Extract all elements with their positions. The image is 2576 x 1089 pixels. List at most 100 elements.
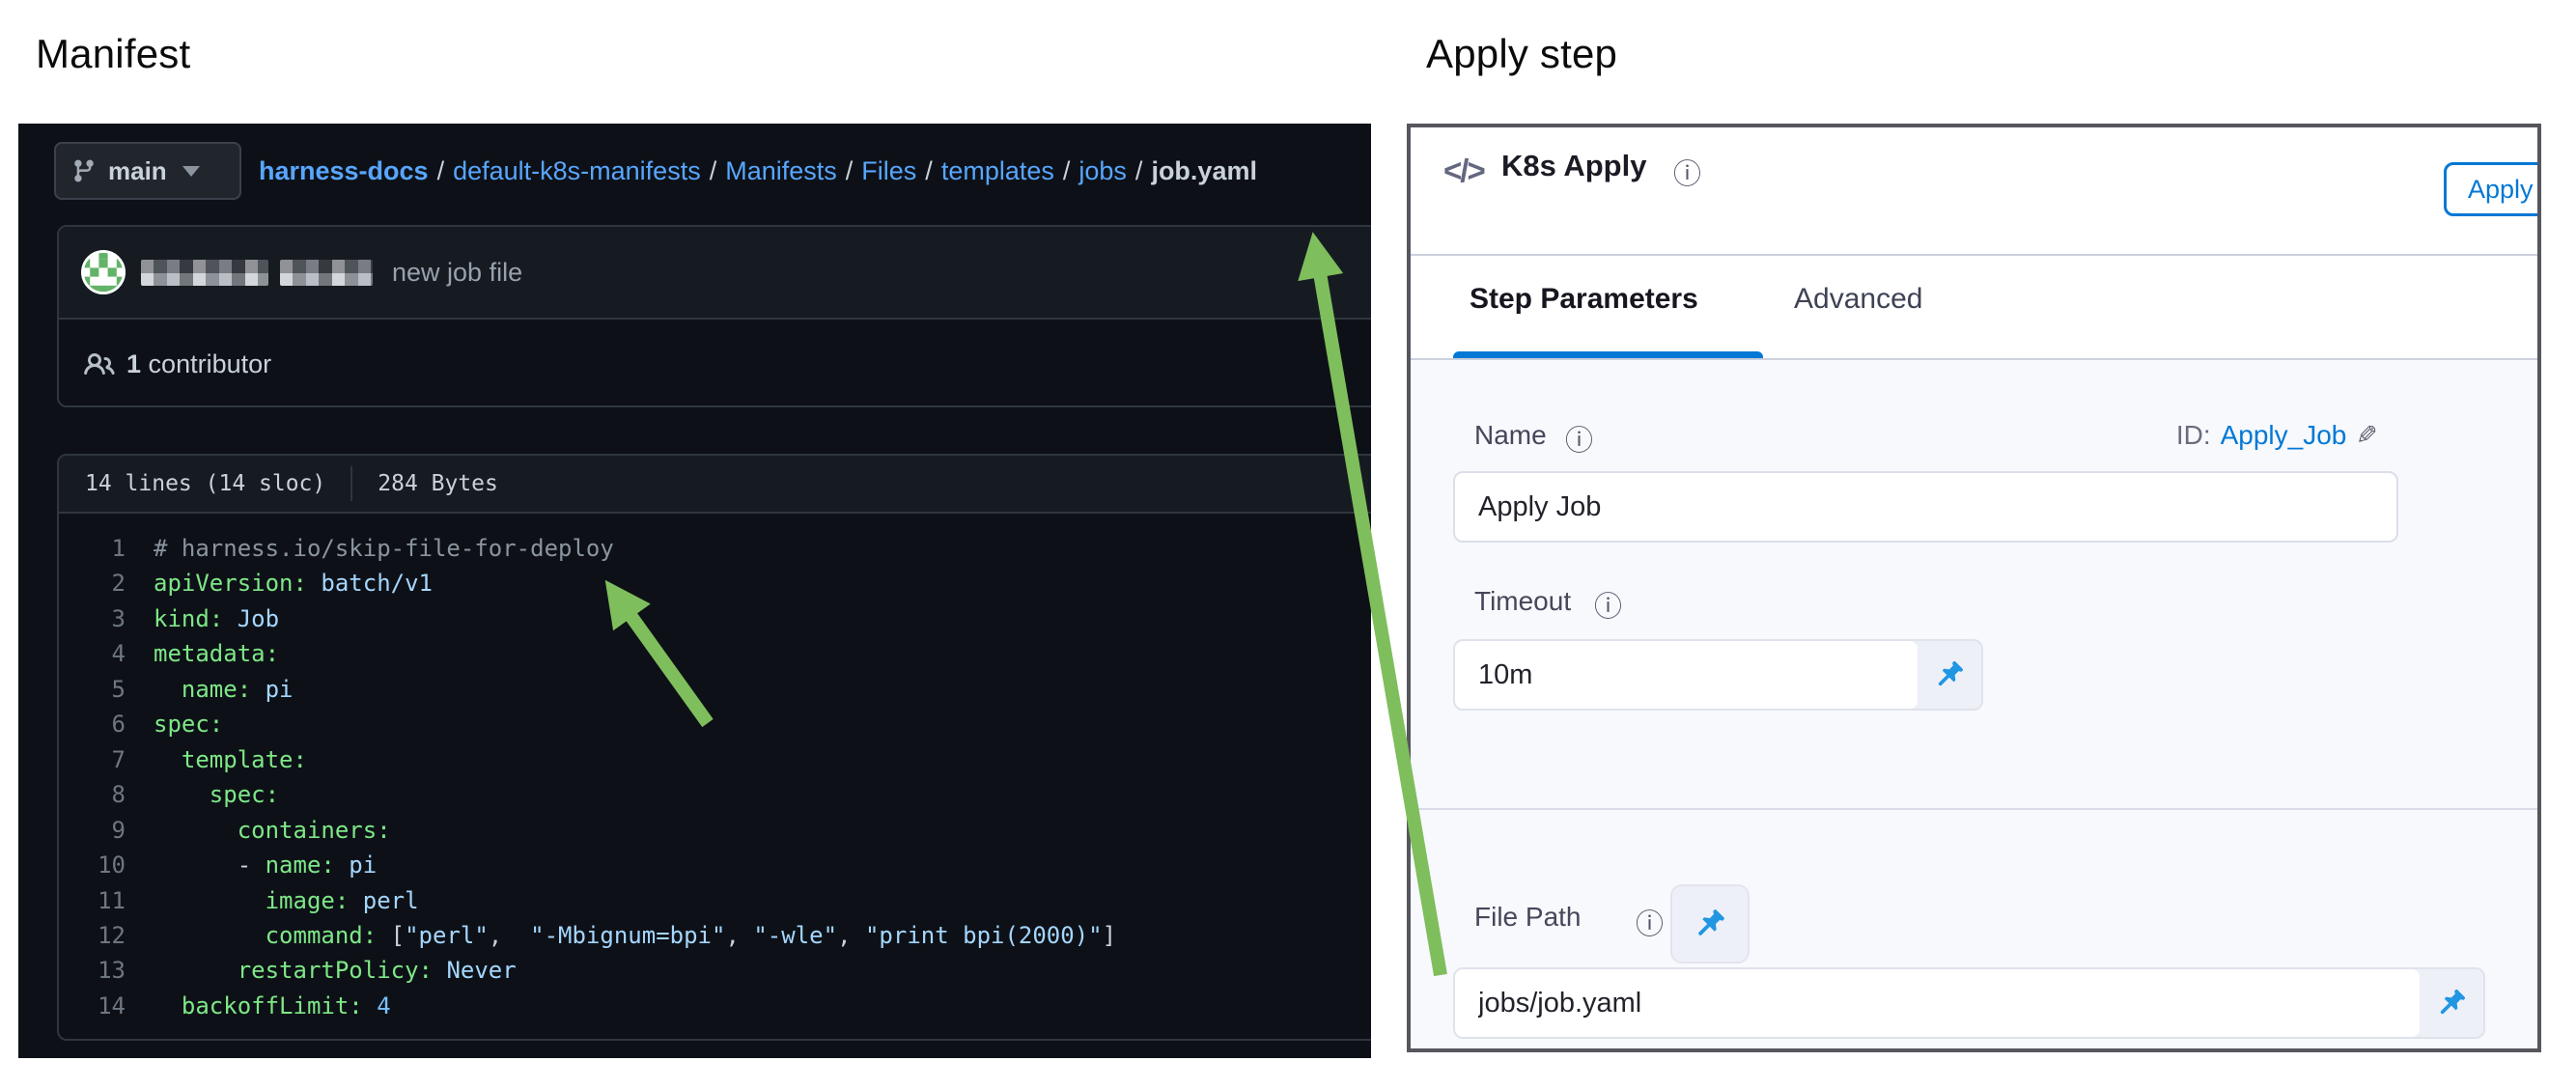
code-icon: </> [1443, 153, 1484, 189]
line-number[interactable]: 3 [59, 601, 126, 636]
step-title: K8s Apply [1501, 149, 1646, 183]
apply-step-title: Apply step [1426, 31, 1617, 77]
file-size: 284 Bytes [378, 471, 498, 496]
line-number[interactable]: 7 [59, 742, 126, 777]
timeout-field [1453, 639, 1983, 711]
tab-step-parameters[interactable]: Step Parameters [1470, 283, 1698, 316]
redacted-username-block [280, 260, 373, 286]
breadcrumb-repo-link[interactable]: harness-docs [259, 156, 429, 186]
line-number[interactable]: 13 [59, 953, 126, 988]
divider [350, 466, 352, 501]
manifest-title: Manifest [36, 31, 190, 77]
code-text: backoffLimit: 4 [154, 992, 391, 1019]
code-line: 3 kind: Job [59, 601, 1371, 636]
commit-message[interactable]: new job file [392, 258, 522, 288]
branch-name-label: main [108, 156, 167, 186]
step-header: </> K8s Apply ⓘ Apply [1411, 127, 2537, 254]
breadcrumb-link[interactable]: Files [861, 156, 916, 186]
code-text: containers: [154, 817, 391, 844]
code-text: apiVersion: batch/v1 [154, 570, 433, 597]
name-input[interactable] [1453, 471, 2398, 543]
code-line: 14 backoffLimit: 4 [59, 989, 1371, 1023]
code-line: 4 metadata: [59, 636, 1371, 671]
code-text: restartPolicy: Never [154, 957, 517, 984]
breadcrumb-current-file: job.yaml [1151, 156, 1257, 186]
breadcrumb: harness-docs/default-k8s-manifests/Manif… [259, 124, 1257, 218]
code-text: template: [154, 746, 307, 773]
code-line: 12 command: ["perl", "-Mbignum=bpi", "-w… [59, 918, 1371, 953]
line-count: 14 lines (14 sloc) [85, 471, 325, 496]
line-number[interactable]: 6 [59, 707, 126, 741]
breadcrumb-link[interactable]: templates [941, 156, 1054, 186]
branch-selector-button[interactable]: main [54, 142, 241, 200]
code-text: kind: Job [154, 605, 279, 632]
line-number[interactable]: 14 [59, 989, 126, 1023]
line-number[interactable]: 11 [59, 883, 126, 918]
line-number[interactable]: 1 [59, 531, 126, 566]
code-text: metadata: [154, 640, 279, 667]
code-line: 11 image: perl [59, 883, 1371, 918]
info-icon[interactable]: ⓘ [1565, 418, 1593, 459]
breadcrumb-separator: / [701, 156, 726, 186]
contributors-text: 1 contributor [126, 349, 271, 379]
pushpin-icon [2434, 986, 2469, 1020]
breadcrumb-link[interactable]: default-k8s-manifests [453, 156, 701, 186]
info-icon[interactable]: ⓘ [1594, 584, 1622, 625]
breadcrumb-separator: / [429, 156, 454, 186]
file-path-label: File Path [1474, 902, 1582, 933]
file-stats-bar: 14 lines (14 sloc) 284 Bytes [59, 456, 1371, 514]
redacted-username-block [141, 260, 268, 286]
line-number[interactable]: 12 [59, 918, 126, 953]
avatar [81, 250, 126, 294]
divider [1411, 808, 2537, 810]
pushpin-icon [1932, 657, 1967, 692]
code-line: 2 apiVersion: batch/v1 [59, 566, 1371, 600]
info-icon[interactable]: ⓘ [1673, 152, 1701, 192]
timeout-label: Timeout [1474, 586, 1571, 617]
file-content-box: 14 lines (14 sloc) 284 Bytes 1 # harness.… [57, 454, 1371, 1041]
pushpin-icon [1692, 906, 1728, 942]
code-viewer: 1 # harness.io/skip-file-for-deploy 2 apiVe… [59, 514, 1371, 1023]
code-text: # harness.io/skip-file-for-deploy [154, 535, 614, 562]
breadcrumb-separator: / [1127, 156, 1152, 186]
code-line: 10 - name: pi [59, 848, 1371, 882]
line-number[interactable]: 4 [59, 636, 126, 671]
contributors-row[interactable]: 1 contributor [59, 318, 1371, 407]
code-text: - name: pi [154, 852, 377, 879]
chevron-down-icon [182, 166, 200, 177]
git-branch-icon [71, 156, 97, 185]
code-line: 8 spec: [59, 777, 1371, 812]
timeout-input[interactable] [1455, 641, 1918, 709]
breadcrumb-link[interactable]: Manifests [725, 156, 837, 186]
file-path-field [1453, 967, 2485, 1039]
people-icon [84, 349, 115, 380]
apply-button[interactable]: Apply [2444, 162, 2541, 216]
code-text: image: perl [154, 887, 419, 914]
breadcrumb-separator: / [916, 156, 941, 186]
line-number[interactable]: 2 [59, 566, 126, 600]
edit-pencil-icon[interactable]: ✎ [2356, 421, 2378, 451]
line-number[interactable]: 9 [59, 813, 126, 848]
step-tabs: Step Parameters Advanced [1411, 256, 2537, 358]
code-line: 5 name: pi [59, 672, 1371, 707]
latest-commit-row: new job file [59, 227, 1371, 318]
line-number[interactable]: 8 [59, 777, 126, 812]
info-icon[interactable]: ⓘ [1636, 902, 1664, 942]
code-text: command: ["perl", "-Mbignum=bpi", "-wle"… [154, 922, 1116, 949]
file-path-input[interactable] [1455, 969, 2420, 1037]
code-text: name: pi [154, 676, 294, 703]
file-path-pin-button[interactable] [1670, 884, 1750, 963]
line-number[interactable]: 5 [59, 672, 126, 707]
id-prefix: ID: [2176, 420, 2211, 451]
tab-advanced[interactable]: Advanced [1794, 283, 1922, 316]
screenshot-canvas: Manifest Apply step main harness-docs/de… [0, 0, 2576, 1089]
step-id-link[interactable]: Apply_Job [2221, 420, 2347, 451]
step-parameters-form: Name ⓘ ID: Apply_Job ✎ Timeout ⓘ [1411, 358, 2537, 1048]
file-path-pin-addon-button[interactable] [2420, 969, 2483, 1037]
timeout-pin-button[interactable] [1918, 641, 1981, 709]
breadcrumb-link[interactable]: jobs [1078, 156, 1127, 186]
code-text: spec: [154, 781, 279, 808]
line-number[interactable]: 10 [59, 848, 126, 882]
breadcrumb-separator: / [1054, 156, 1079, 186]
step-id-row: ID: Apply_Job ✎ [2176, 420, 2378, 451]
